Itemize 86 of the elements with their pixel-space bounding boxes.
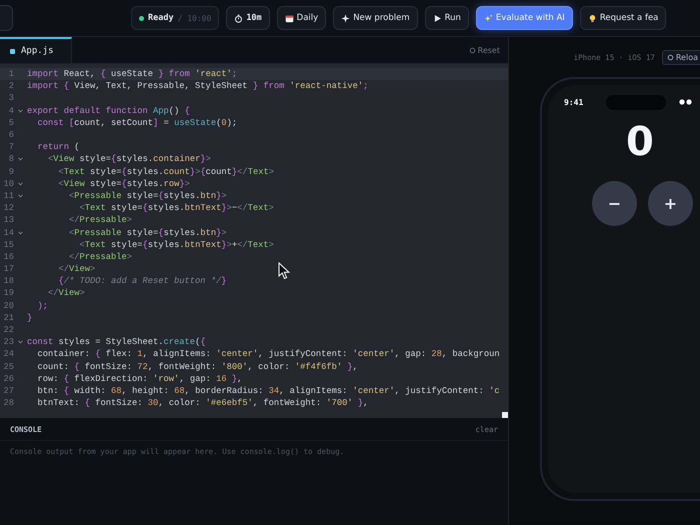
toolbar-button[interactable]: Run	[424, 6, 469, 30]
code-line: container: { flex: 1, alignItems: 'center', justifyContent: 'center', gap: 28, backgroun	[36, 349, 500, 360]
code-line: </View>	[58, 264, 96, 274]
time-limit: / 10:00	[178, 14, 212, 22]
reload-icon	[666, 54, 674, 60]
code-line: export default function App() {	[27, 106, 190, 116]
code-line: <Text style={styles.btnText}>+</Text>	[78, 240, 274, 250]
mouse-pointer-icon	[278, 262, 290, 280]
fold-chevron-icon[interactable]	[18, 230, 23, 235]
code-line: count: { fontSize: 72, fontWeight: '800', color: '#f4f6fb' },	[36, 362, 358, 372]
code-line: <Text style={styles.btnText}>−</Text>	[78, 203, 274, 214]
line-number: 20	[2, 300, 14, 311]
lightbulb-icon	[588, 14, 597, 22]
toolbar-button[interactable]: Daily	[276, 6, 326, 30]
reload-button[interactable]: Reloa	[662, 50, 700, 64]
code-line: return (	[36, 142, 80, 152]
line-number: 4	[8, 106, 14, 116]
sparkle-icon	[341, 14, 350, 22]
code-line: </Pressable>	[68, 252, 132, 262]
counter-value: 0	[626, 118, 654, 167]
file-icon	[10, 48, 15, 54]
code-line: import React, { useState } from 'react';	[27, 69, 238, 80]
line-number: 24	[2, 349, 14, 360]
reset-icon	[468, 46, 476, 54]
line-number: 11	[2, 190, 14, 201]
code-line: <View style={styles.container}>	[47, 154, 211, 164]
toolbar-button[interactable]: Request a fea	[580, 6, 666, 30]
fold-chevron-icon[interactable]	[18, 157, 23, 162]
line-number: 26	[2, 374, 14, 384]
line-number: 28	[2, 398, 14, 408]
status-label: Ready	[148, 13, 174, 23]
line-number: 19	[2, 288, 14, 298]
stopwatch-icon	[234, 14, 244, 22]
code-line: <Pressable style={styles.btn}>	[68, 228, 227, 238]
calendar-icon	[284, 14, 294, 22]
status-time: 9:41	[564, 98, 584, 106]
line-number: 14	[2, 228, 14, 238]
line-number: 2	[8, 81, 14, 92]
line-number: 21	[2, 312, 14, 323]
toolbar-button[interactable]: 10m	[226, 6, 270, 30]
sparkles-icon	[484, 14, 493, 22]
code-line: const styles = StyleSheet.create({	[27, 337, 206, 348]
line-number: 27	[2, 386, 14, 396]
line-number: 17	[2, 264, 14, 274]
line-number: 5	[8, 118, 14, 128]
fold-chevron-icon[interactable]	[18, 108, 23, 113]
code-line: );	[36, 300, 48, 311]
code-line: btn: { width: 68, height: 68, borderRadius: 34, alignItems: 'center', justifyContent: 'c	[36, 386, 500, 396]
line-number: 6	[8, 130, 14, 140]
line-number: 1	[8, 69, 14, 80]
code-line: btnText: { fontSize: 30, color: '#e6ebf5', fontWeight: '700' },	[36, 398, 368, 408]
code-line: }	[27, 312, 32, 323]
counter-button[interactable]: −	[592, 181, 637, 226]
line-number: 22	[2, 325, 14, 336]
fold-chevron-icon[interactable]	[18, 182, 23, 186]
line-number: 18	[2, 276, 14, 286]
line-number: 16	[2, 252, 14, 262]
line-number: 7	[8, 142, 14, 152]
resize-handle[interactable]	[502, 412, 508, 418]
play-icon	[432, 14, 442, 22]
code-line: <Pressable style={styles.btn}>	[68, 190, 227, 201]
code-line: </View>	[47, 288, 85, 298]
code-line: </Pressable>	[68, 215, 132, 226]
line-number: 12	[2, 203, 14, 214]
reset-button[interactable]: Reset	[468, 37, 500, 63]
line-number: 13	[2, 215, 14, 226]
evaluate-button[interactable]: Evaluate with AI	[476, 6, 573, 30]
fold-chevron-icon[interactable]	[18, 194, 23, 198]
toolbar-button[interactable]: New problem	[333, 6, 418, 30]
line-number: 3	[8, 93, 14, 104]
line-number: 25	[2, 362, 14, 372]
code-editor[interactable]	[0, 64, 508, 418]
line-number: 10	[2, 178, 14, 189]
code-line: const [count, setCount] = useState(0);	[36, 118, 238, 128]
file-tab[interactable]: App.js	[0, 37, 72, 63]
code-line: import { View, Text, Pressable, StyleSheet } from 'react-native';	[27, 81, 368, 92]
counter-button[interactable]: +	[648, 181, 693, 226]
line-number: 23	[2, 337, 14, 348]
code-line: <View style={styles.row}>	[58, 178, 190, 189]
line-number: 15	[2, 240, 14, 250]
fold-chevron-icon[interactable]	[18, 340, 23, 344]
code-line: row: { flexDirection: 'row', gap: 16 },	[36, 374, 242, 384]
code-line: <Text style={styles.count}>{count}</Text>	[58, 166, 274, 177]
line-number: 8	[8, 154, 14, 164]
line-number: 9	[8, 166, 14, 177]
code-line: {/* TODO: add a Reset button */}	[58, 276, 227, 286]
